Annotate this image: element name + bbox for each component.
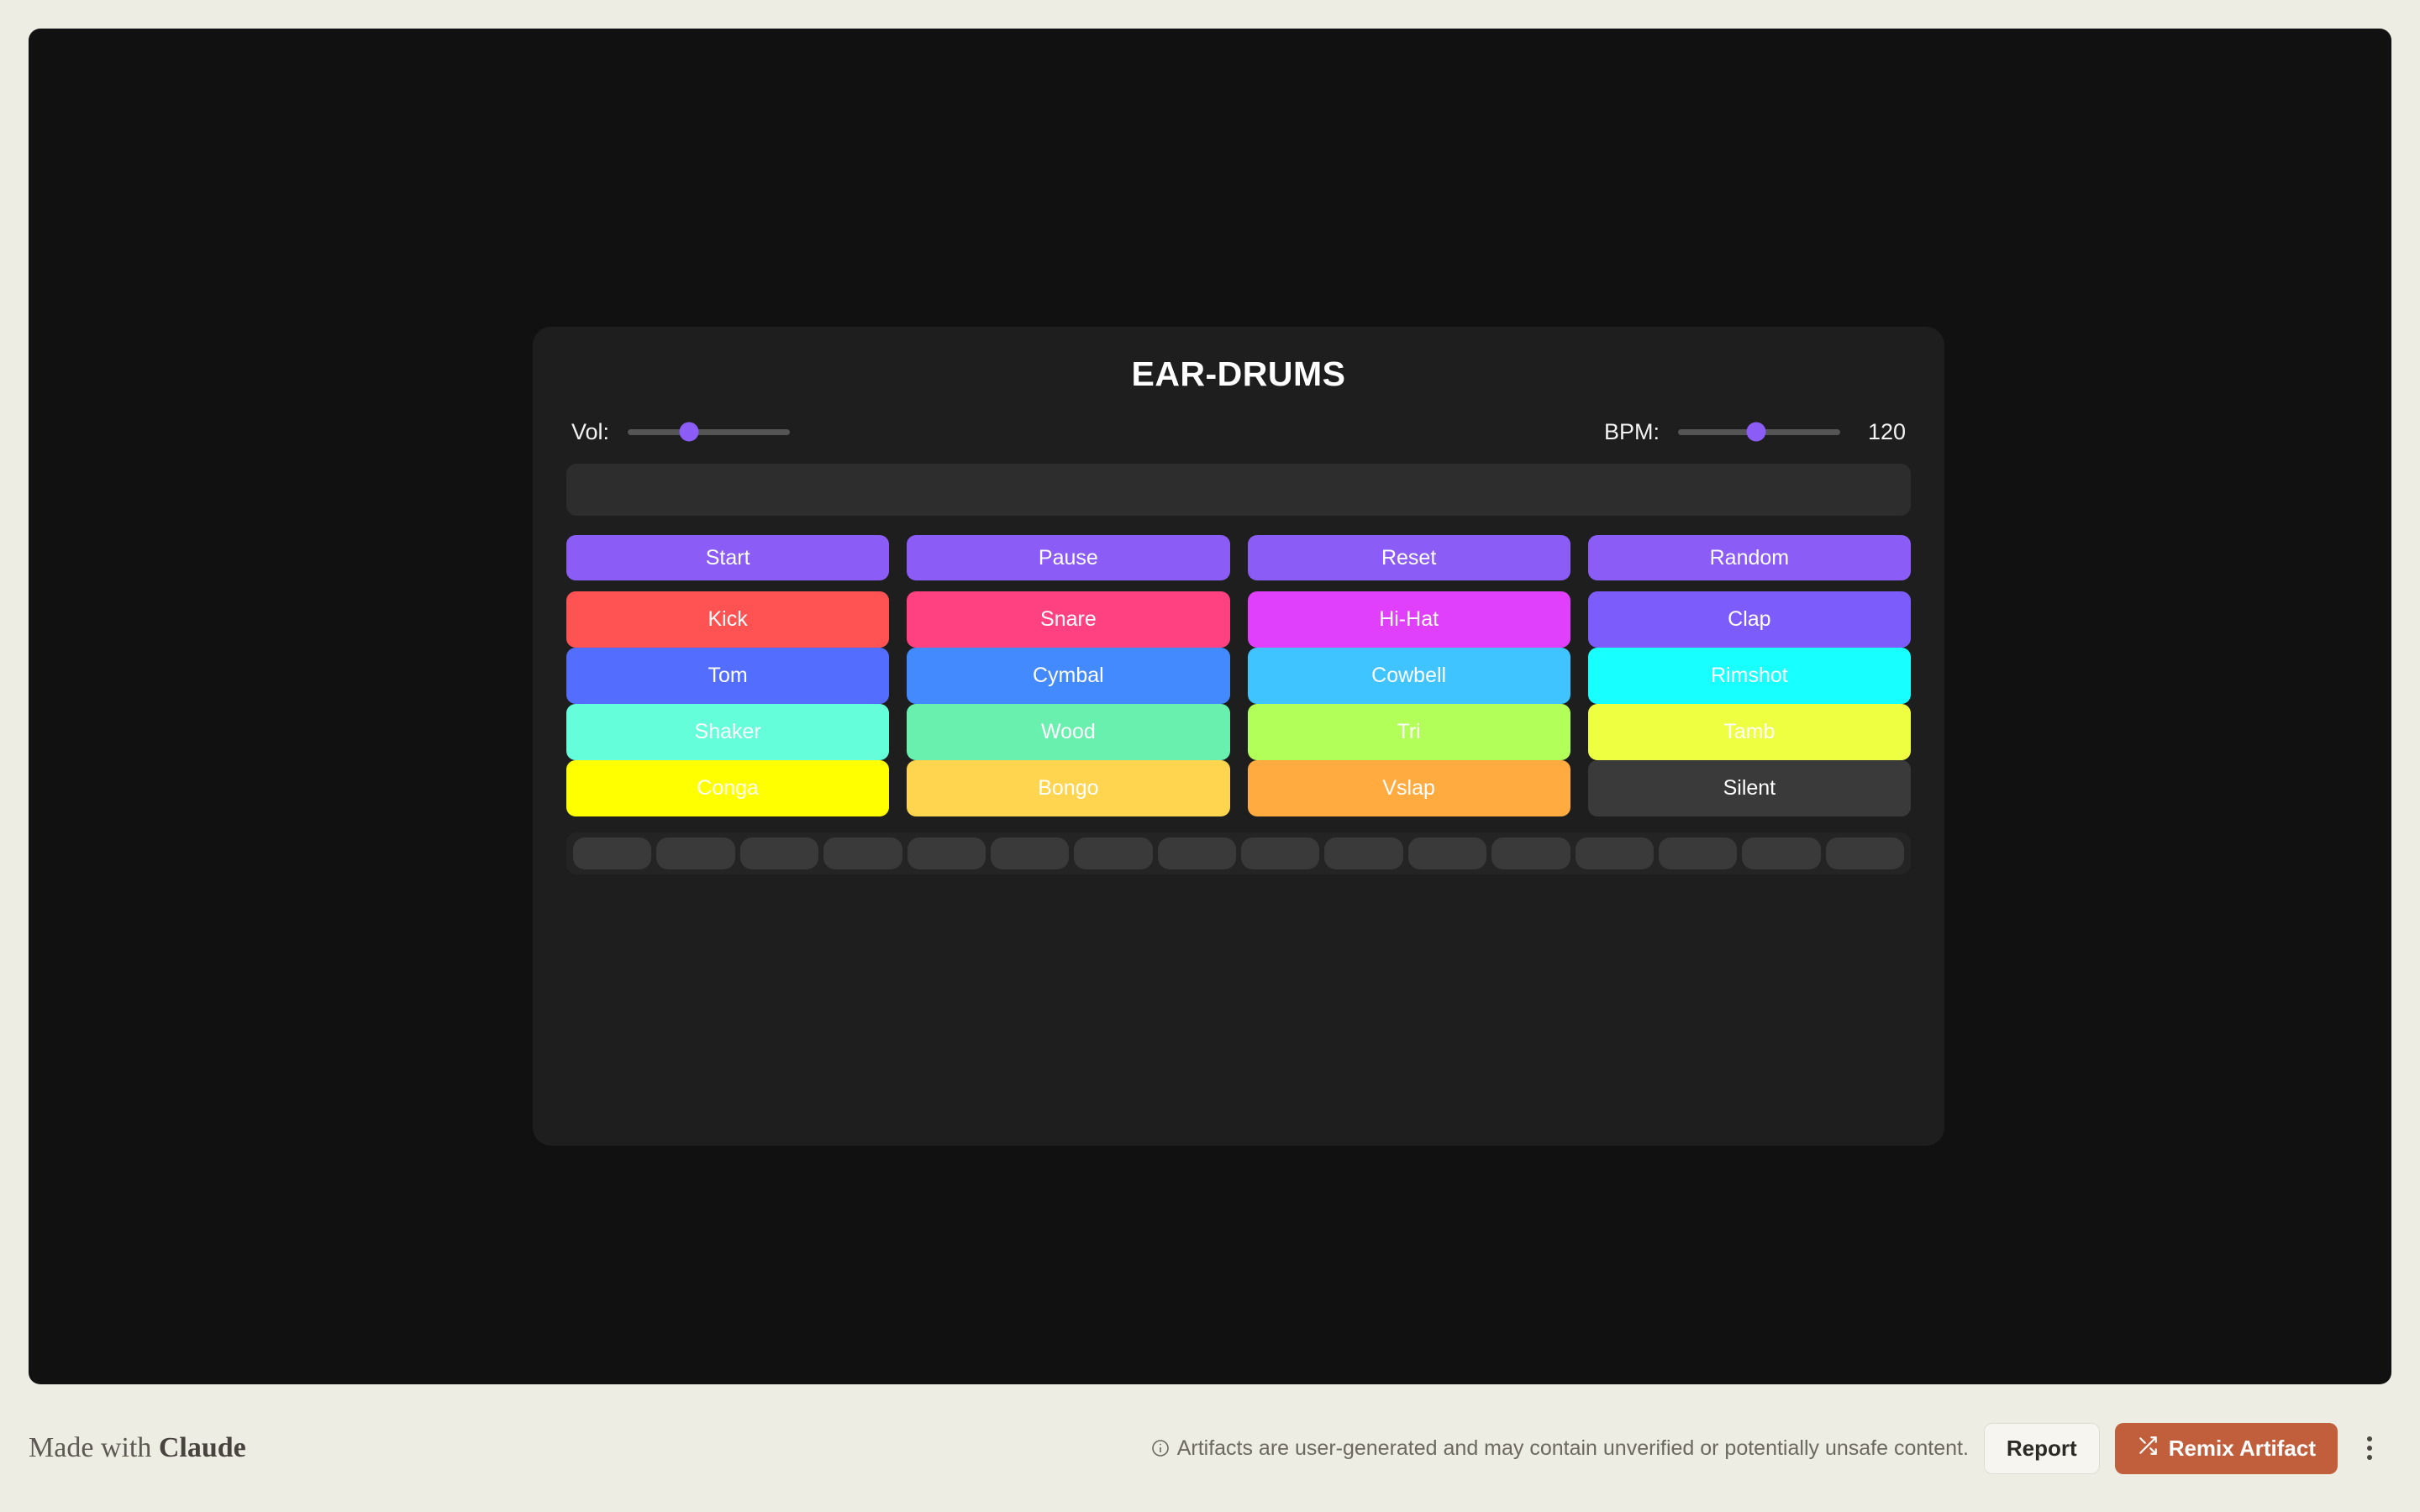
page-title: EAR-DRUMS [1131,354,1346,393]
display-bar [566,464,1911,516]
sound-pad-shaker[interactable]: Shaker [566,704,890,760]
step-cell[interactable] [907,837,986,869]
bpm-slider[interactable] [1678,422,1840,442]
sound-pad-conga[interactable]: Conga [566,760,890,816]
step-cell[interactable] [1491,837,1570,869]
sound-pad-clap[interactable]: Clap [1587,591,1911,648]
sound-pad-silent[interactable]: Silent [1587,760,1911,816]
claude-brand-name: Claude [158,1432,246,1463]
sound-pad-tri[interactable]: Tri [1247,704,1570,760]
volume-control-group: Vol: [571,418,791,444]
transport-button-pause[interactable]: Pause [907,535,1230,580]
sound-pad-kick[interactable]: Kick [566,591,890,648]
sound-pad-rimshot[interactable]: Rimshot [1587,648,1911,704]
transport-button-reset[interactable]: Reset [1247,535,1570,580]
bpm-slider-thumb[interactable] [1746,422,1766,442]
bpm-value: 120 [1867,418,1906,444]
step-cell[interactable] [1407,837,1487,869]
step-cell[interactable] [1742,837,1821,869]
sound-pad-bongo[interactable]: Bongo [907,760,1230,816]
overflow-dot [2367,1446,2372,1451]
step-cell[interactable] [739,837,819,869]
transport-button-start[interactable]: Start [566,535,890,580]
controls-row: Vol: BPM: 120 [566,415,1911,449]
sound-pad-tamb[interactable]: Tamb [1587,704,1911,760]
sound-pad-cowbell[interactable]: Cowbell [1247,648,1570,704]
step-cell[interactable] [990,837,1070,869]
pad-grid: Start Pause Reset Random Kick Snare Hi-Hat Clap… [566,535,1911,816]
sound-pad-tom[interactable]: Tom [566,648,890,704]
step-cell[interactable] [823,837,902,869]
made-with-prefix: Made with [29,1432,159,1463]
step-cell[interactable] [1658,837,1738,869]
overflow-dot [2367,1455,2372,1460]
step-cell[interactable] [1575,837,1654,869]
drum-machine-panel: EAR-DRUMS Vol: BPM: 120 Start Pause Reset R… [533,327,1944,1146]
step-sequencer [566,832,1911,874]
volume-slider-thumb[interactable] [679,422,699,442]
volume-slider[interactable] [628,422,791,442]
step-cell[interactable] [656,837,735,869]
sound-pad-hi-hat[interactable]: Hi-Hat [1247,591,1570,648]
overflow-menu-icon[interactable] [2353,1426,2386,1470]
artifact-canvas: EAR-DRUMS Vol: BPM: 120 Start Pause Reset R… [29,29,2391,1384]
bpm-label: BPM: [1603,418,1660,444]
artifact-disclaimer: Artifacts are user-generated and may con… [1150,1436,1969,1461]
disclaimer-text: Artifacts are user-generated and may con… [1176,1436,1969,1460]
step-cell[interactable] [1324,837,1403,869]
step-cell[interactable] [1074,837,1153,869]
report-button[interactable]: Report [1983,1422,2100,1474]
footer-actions: Artifacts are user-generated and may con… [1150,1422,2386,1474]
shuffle-icon [2137,1435,2159,1462]
bpm-control-group: BPM: 120 [1603,418,1906,444]
sound-pad-vslap[interactable]: Vslap [1247,760,1570,816]
step-cell[interactable] [1241,837,1320,869]
info-icon [1150,1438,1171,1458]
remix-artifact-label: Remix Artifact [2168,1435,2316,1461]
sound-pad-wood[interactable]: Wood [907,704,1230,760]
step-cell[interactable] [1157,837,1236,869]
step-cell[interactable] [573,837,652,869]
overflow-dot [2367,1436,2372,1441]
made-with-claude-label: Made with Claude [29,1432,246,1464]
sound-pad-snare[interactable]: Snare [907,591,1230,648]
transport-button-random[interactable]: Random [1587,535,1911,580]
volume-label: Vol: [571,418,610,444]
sound-pad-cymbal[interactable]: Cymbal [907,648,1230,704]
step-cell[interactable] [1825,837,1904,869]
remix-artifact-button[interactable]: Remix Artifact [2114,1422,2338,1474]
footer-bar: Made with Claude Artifacts are user-gene… [0,1384,2420,1512]
